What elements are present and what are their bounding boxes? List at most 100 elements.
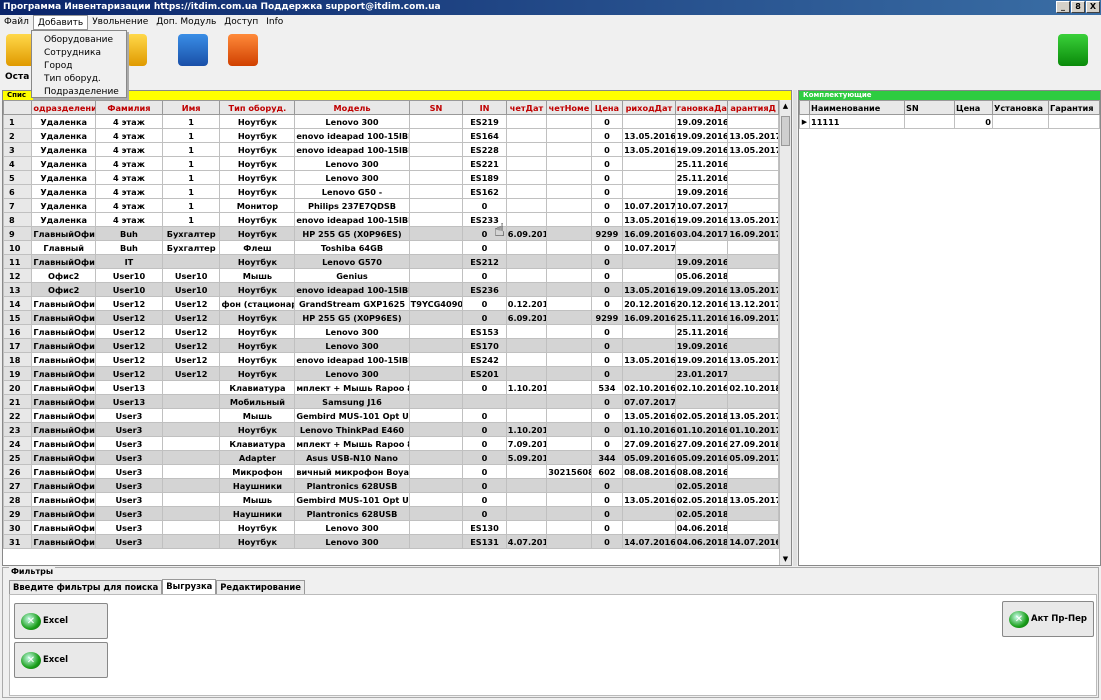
table-cell[interactable]: ГлавныйОфис <box>31 338 97 353</box>
row-number[interactable]: 29 <box>2 506 33 521</box>
table-cell[interactable]: 0 <box>590 240 624 255</box>
table-cell[interactable] <box>408 520 464 535</box>
maximize-button[interactable]: 8 <box>1071 1 1085 13</box>
column-header[interactable]: Тип оборуд. <box>219 100 296 115</box>
column-header[interactable]: Цена <box>590 100 624 115</box>
table-cell[interactable]: enovo ideapad 100-15IBI <box>294 352 410 367</box>
table-cell[interactable] <box>161 492 221 507</box>
row-number[interactable]: 21 <box>2 394 33 409</box>
table-cell[interactable] <box>161 422 221 437</box>
table-cell[interactable]: 13.12.2017 <box>727 296 779 311</box>
column-header[interactable]: SN <box>408 100 464 115</box>
table-cell[interactable]: ГлавныйОфис <box>31 436 97 451</box>
dropdown-item-employee[interactable]: Сотрудника <box>32 47 126 60</box>
table-cell[interactable]: User3 <box>95 478 163 493</box>
table-cell[interactable]: User10 <box>161 268 221 283</box>
table-row[interactable]: 10 Главный Buh Бухгалтер Флеш Toshiba 64GB 0 0 1… <box>2 240 779 255</box>
table-cell[interactable]: Клавиатура <box>219 436 296 451</box>
table-cell[interactable] <box>408 198 464 213</box>
table-cell[interactable]: 4 этаж <box>95 128 163 143</box>
table-cell[interactable]: Удаленка <box>31 184 97 199</box>
table-cell[interactable]: Ноутбук <box>219 114 296 129</box>
table-cell[interactable]: 0 <box>590 296 624 311</box>
table-cell[interactable]: User12 <box>161 324 221 339</box>
table-cell[interactable]: 11111 <box>809 114 905 129</box>
table-cell[interactable]: Ноутбук <box>219 170 296 185</box>
table-cell[interactable] <box>505 128 548 143</box>
table-cell[interactable] <box>546 422 592 437</box>
table-cell[interactable]: 0 <box>590 212 624 227</box>
table-cell[interactable] <box>727 366 779 381</box>
row-number[interactable]: 26 <box>2 464 33 479</box>
table-cell[interactable]: ES130 <box>462 520 507 535</box>
table-cell[interactable] <box>161 450 221 465</box>
table-cell[interactable] <box>161 520 221 535</box>
table-cell[interactable]: 13.05.2017 <box>727 282 779 297</box>
table-cell[interactable]: 1 <box>161 156 221 171</box>
table-cell[interactable]: 4 этаж <box>95 198 163 213</box>
table-cell[interactable] <box>462 394 507 409</box>
table-cell[interactable]: 0 <box>462 240 507 255</box>
table-cell[interactable]: 01.10.2017 <box>727 422 779 437</box>
table-cell[interactable]: ES221 <box>462 156 507 171</box>
table-cell[interactable]: 1 <box>161 170 221 185</box>
table-cell[interactable]: 3021560821 <box>546 464 592 479</box>
table-cell[interactable]: Бухгалтер <box>161 226 221 241</box>
table-cell[interactable] <box>408 506 464 521</box>
menu-access[interactable]: Доступ <box>220 15 262 30</box>
table-cell[interactable] <box>408 142 464 157</box>
table-cell[interactable] <box>505 254 548 269</box>
table-cell[interactable] <box>408 534 464 549</box>
table-cell[interactable]: Ноутбук <box>219 352 296 367</box>
table-cell[interactable]: ГлавныйОфис <box>31 226 97 241</box>
table-cell[interactable]: Мышь <box>219 492 296 507</box>
table-cell[interactable] <box>546 366 592 381</box>
table-cell[interactable]: 0 <box>590 436 624 451</box>
row-number[interactable]: 27 <box>2 478 33 493</box>
table-row[interactable]: 8 Удаленка 4 этаж 1 Ноутбук enovo ideapad 100… <box>2 212 779 227</box>
table-cell[interactable]: Lenovo 300 <box>294 520 410 535</box>
table-cell[interactable]: 4 этаж <box>95 184 163 199</box>
table-cell[interactable] <box>546 436 592 451</box>
menu-dismissal[interactable]: Увольнение <box>88 15 152 30</box>
table-cell[interactable]: 9299 <box>590 226 624 241</box>
table-cell[interactable] <box>546 506 592 521</box>
table-cell[interactable] <box>622 520 676 535</box>
table-cell[interactable]: Gembird MUS-101 Opt USI <box>294 492 410 507</box>
table-cell[interactable]: Lenovo ThinkPad E460 <box>294 422 410 437</box>
scroll-up-icon[interactable]: ▲ <box>780 100 791 112</box>
table-cell[interactable]: 10.07.2017 <box>622 198 676 213</box>
table-cell[interactable] <box>622 170 676 185</box>
table-cell[interactable]: Ноутбук <box>219 254 296 269</box>
column-header[interactable]: четНоме <box>546 100 592 115</box>
table-cell[interactable] <box>505 478 548 493</box>
row-number[interactable]: 19 <box>2 366 33 381</box>
table-cell[interactable] <box>408 226 464 241</box>
table-cell[interactable]: Флеш <box>219 240 296 255</box>
table-cell[interactable]: Микрофон <box>219 464 296 479</box>
minimize-button[interactable]: _ <box>1056 1 1070 13</box>
tab-editing[interactable]: Редактирование <box>216 580 305 594</box>
table-cell[interactable]: ES162 <box>462 184 507 199</box>
table-cell[interactable]: ГлавныйОфис <box>31 352 97 367</box>
table-cell[interactable]: ES189 <box>462 170 507 185</box>
table-cell[interactable]: 0 <box>590 520 624 535</box>
table-cell[interactable]: 0 <box>590 142 624 157</box>
vertical-scrollbar[interactable]: ▲ ▼ <box>779 100 791 565</box>
table-cell[interactable]: Buh <box>95 240 163 255</box>
table-cell[interactable]: 02.10.2016 <box>622 380 676 395</box>
table-cell[interactable] <box>408 170 464 185</box>
table-cell[interactable] <box>546 128 592 143</box>
table-cell[interactable] <box>408 324 464 339</box>
table-cell[interactable]: 19.09.2016 <box>674 254 729 269</box>
column-header[interactable]: Наименование <box>809 100 905 115</box>
table-cell[interactable] <box>674 240 729 255</box>
table-cell[interactable]: 0 <box>462 296 507 311</box>
table-cell[interactable]: 19.09.2016 <box>674 212 729 227</box>
table-cell[interactable]: 27.09.2016 <box>674 436 729 451</box>
table-cell[interactable]: 23.01.2017 <box>674 366 729 381</box>
scroll-thumb[interactable] <box>781 116 790 146</box>
equipment-table[interactable]: одразделени Фамилия Имя Тип оборуд. Модель SN… <box>2 100 779 549</box>
table-cell[interactable]: 0 <box>590 170 624 185</box>
table-row[interactable]: 27 ГлавныйОфис User3 Наушники Plantronics 62… <box>2 478 779 493</box>
